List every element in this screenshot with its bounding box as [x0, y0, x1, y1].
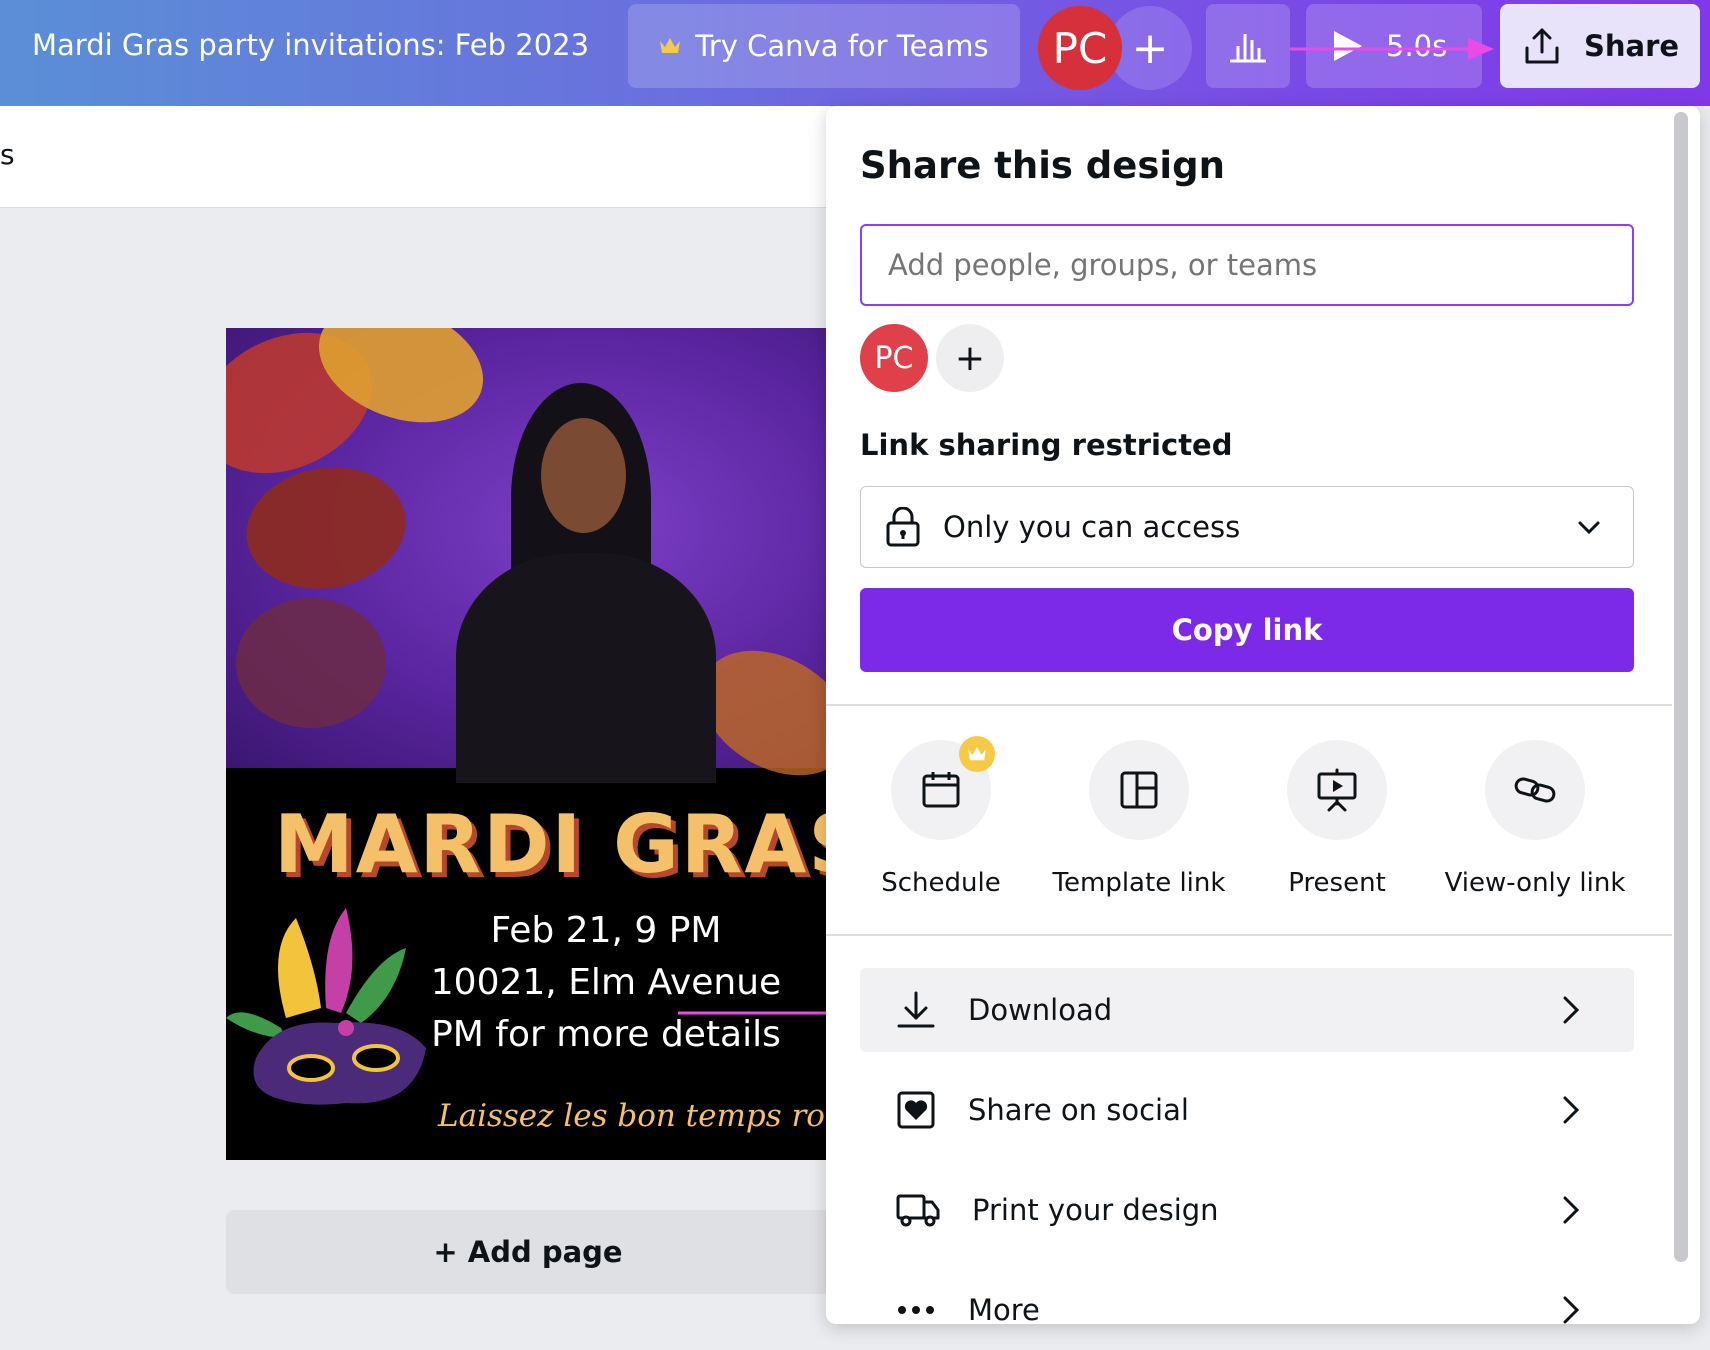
access-level-value: Only you can access [943, 510, 1241, 544]
design-photo [226, 328, 830, 801]
access-level-select[interactable]: Only you can access [860, 486, 1634, 568]
share-button[interactable]: Share [1500, 4, 1700, 88]
top-toolbar: Mardi Gras party invitations: Feb 2023 T… [0, 0, 1710, 106]
chevron-right-icon [1563, 1096, 1580, 1124]
copy-link-button[interactable]: Copy link [860, 588, 1634, 672]
event-address[interactable]: 10021, Elm Avenue [386, 962, 826, 1003]
template-circle [1089, 740, 1189, 840]
schedule-circle [891, 736, 995, 840]
lock-icon [886, 507, 920, 547]
quick-action-label: Template link [1052, 868, 1226, 898]
share-label: Share [1584, 29, 1680, 63]
present-circle [1287, 740, 1387, 840]
decorative-mask [236, 455, 416, 601]
event-date[interactable]: Feb 21, 9 PM [386, 910, 826, 951]
collaborator-avatar[interactable]: PC [860, 324, 928, 392]
play-icon [1334, 31, 1362, 61]
add-collaborator-button[interactable]: + [936, 324, 1004, 392]
heart-icon [897, 1091, 935, 1129]
try-teams-label: Try Canva for Teams [695, 29, 989, 63]
decorative-mask [236, 598, 386, 728]
quick-action-present[interactable]: Present [1242, 740, 1432, 898]
print-design-label: Print your design [972, 1193, 1219, 1227]
play-duration: 5.0s [1386, 29, 1448, 63]
insights-button[interactable] [1206, 4, 1290, 88]
download-row[interactable]: Download [860, 968, 1634, 1052]
share-on-social-label: Share on social [968, 1093, 1189, 1127]
calendar-icon [922, 772, 960, 808]
user-avatar-front[interactable]: PC [1038, 6, 1122, 90]
person-body [456, 553, 716, 783]
chevron-right-icon [1563, 1296, 1580, 1324]
quick-action-label: View-only link [1444, 868, 1626, 898]
person-face [541, 418, 626, 533]
download-label: Download [968, 993, 1113, 1027]
editor-subbar [0, 106, 830, 208]
premium-crown-icon [959, 736, 995, 772]
chevron-right-icon [1563, 1196, 1580, 1224]
crown-icon [660, 38, 681, 53]
share-panel: Share this design PC + Link sharing rest… [826, 106, 1700, 1324]
share-panel-title: Share this design [860, 144, 1225, 187]
quick-action-label: Present [1288, 868, 1386, 898]
quick-action-schedule[interactable]: Schedule [846, 736, 1036, 898]
subbar-partial-text: s [0, 138, 15, 171]
present-icon [1317, 768, 1357, 812]
present-play-button[interactable]: 5.0s [1306, 4, 1482, 88]
quick-action-template-link[interactable]: Template link [1044, 740, 1234, 898]
design-canvas[interactable]: MARDI GRAS N Feb 21, 9 PM 10021, Elm Ave… [226, 328, 830, 1160]
more-icon [898, 1306, 934, 1314]
more-row[interactable]: More [860, 1268, 1634, 1324]
try-teams-button[interactable]: Try Canva for Teams [628, 4, 1020, 88]
link-icon [1514, 777, 1556, 803]
more-label: More [968, 1293, 1040, 1324]
chevron-right-icon [1563, 996, 1580, 1024]
design-title[interactable]: MARDI GRAS N [274, 798, 830, 891]
add-people-input[interactable] [860, 224, 1634, 306]
event-details[interactable]: PM for more details [386, 1014, 826, 1055]
share-on-social-row[interactable]: Share on social [860, 1068, 1634, 1152]
link-sharing-label: Link sharing restricted [860, 428, 1233, 462]
view-link-circle [1485, 740, 1585, 840]
event-tagline[interactable]: Laissez les bon temps rouler [438, 1098, 830, 1134]
quick-action-label: Schedule [881, 868, 1001, 898]
document-title[interactable]: Mardi Gras party invitations: Feb 2023 [32, 28, 589, 62]
add-page-button[interactable]: + Add page [226, 1210, 830, 1294]
bar-chart-icon [1230, 34, 1266, 63]
divider [826, 704, 1672, 706]
print-design-row[interactable]: Print your design [860, 1168, 1634, 1252]
truck-icon [896, 1194, 940, 1227]
panel-scrollbar[interactable] [1674, 112, 1688, 1262]
upload-icon [1525, 28, 1559, 64]
quick-action-view-only-link[interactable]: View-only link [1440, 740, 1630, 898]
chevron-down-icon [1578, 521, 1600, 535]
divider [826, 934, 1672, 936]
template-icon [1120, 771, 1158, 809]
download-icon [897, 991, 935, 1028]
